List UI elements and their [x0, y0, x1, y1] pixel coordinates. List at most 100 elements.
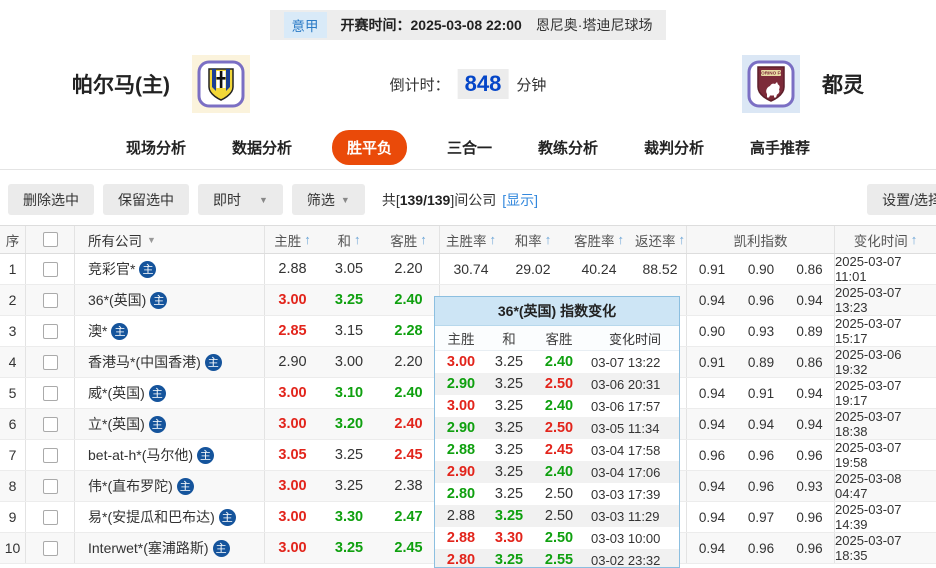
delete-selected-button[interactable]: 删除选中: [8, 184, 94, 215]
odds-comparison-page: 意甲 开赛时间：2025-03-08 22:00 恩尼奥·塔迪尼球场 帕尔马(主…: [0, 0, 936, 568]
popup-home-odds: 2.88: [435, 439, 487, 461]
company-name[interactable]: 立*(英国)主: [75, 409, 265, 439]
tab-2[interactable]: 数据分析: [226, 130, 298, 165]
kelly-value-3: 0.96: [785, 533, 835, 563]
home-odds[interactable]: 2.88: [265, 254, 320, 284]
tab-1[interactable]: 现场分析: [120, 130, 192, 165]
company-name[interactable]: bet-at-h*(马尔他)主: [75, 440, 265, 470]
filter-dropdown[interactable]: 筛选▼: [292, 184, 365, 215]
home-odds[interactable]: 3.00: [265, 378, 320, 408]
tab-7[interactable]: 高手推荐: [744, 130, 816, 165]
away-odds[interactable]: 2.28: [378, 316, 440, 346]
company-name[interactable]: 威*(英国)主: [75, 378, 265, 408]
home-odds[interactable]: 2.85: [265, 316, 320, 346]
home-odds[interactable]: 3.00: [265, 285, 320, 315]
tab-4[interactable]: 三合一: [441, 130, 498, 165]
row-checkbox[interactable]: [43, 541, 58, 556]
draw-odds[interactable]: 3.15: [320, 316, 378, 346]
row-checkbox[interactable]: [43, 386, 58, 401]
home-odds[interactable]: 3.05: [265, 440, 320, 470]
popup-away-odds: 2.55: [531, 549, 587, 568]
tab-6[interactable]: 裁判分析: [638, 130, 710, 165]
home-odds[interactable]: 3.00: [265, 471, 320, 501]
popup-home-odds: 2.90: [435, 417, 487, 439]
popup-row: 3.003.252.4003-06 17:57: [435, 395, 679, 417]
away-odds[interactable]: 2.40: [378, 378, 440, 408]
row-seq: 7: [0, 440, 26, 470]
sort-up-icon: ↑: [490, 232, 497, 247]
draw-odds[interactable]: 3.25: [320, 471, 378, 501]
tab-5[interactable]: 教练分析: [532, 130, 604, 165]
kelly-value-3: 0.86: [785, 347, 835, 377]
company-name[interactable]: 伟*(直布罗陀)主: [75, 471, 265, 501]
col-draw-rate[interactable]: 和率↑: [502, 226, 564, 253]
countdown-value: 848: [458, 69, 509, 99]
draw-odds[interactable]: 3.25: [320, 533, 378, 563]
home-odds[interactable]: 3.00: [265, 409, 320, 439]
away-team-name: 都灵: [822, 69, 864, 99]
company-name[interactable]: 易*(安提瓜和巴布达)主: [75, 502, 265, 532]
draw-odds[interactable]: 3.05: [320, 254, 378, 284]
kelly-value-1: 0.94: [687, 502, 737, 532]
row-checkbox[interactable]: [43, 479, 58, 494]
col-company[interactable]: 所有公司▼: [75, 226, 265, 253]
kelly-value-2: 0.97: [737, 502, 785, 532]
home-odds[interactable]: 3.00: [265, 502, 320, 532]
row-checkbox[interactable]: [43, 510, 58, 525]
row-checkbox[interactable]: [43, 262, 58, 277]
draw-odds[interactable]: 3.25: [320, 285, 378, 315]
kelly-value-2: 0.96: [737, 440, 785, 470]
away-odds[interactable]: 2.47: [378, 502, 440, 532]
col-away-rate[interactable]: 客胜率↑: [564, 226, 634, 253]
away-odds[interactable]: 2.40: [378, 409, 440, 439]
change-time: 2025-03-07 14:39: [835, 502, 936, 532]
away-odds[interactable]: 2.20: [378, 254, 440, 284]
col-change-time[interactable]: 变化时间↑: [835, 226, 936, 253]
company-name[interactable]: 澳*主: [75, 316, 265, 346]
away-odds[interactable]: 2.38: [378, 471, 440, 501]
show-link[interactable]: [显示]: [502, 190, 538, 210]
home-odds[interactable]: 3.00: [265, 533, 320, 563]
col-away-odds[interactable]: 客胜↑: [378, 226, 440, 253]
keep-selected-button[interactable]: 保留选中: [103, 184, 189, 215]
row-seq: 8: [0, 471, 26, 501]
popup-away-odds: 2.50: [531, 483, 587, 505]
popup-away-odds: 2.50: [531, 373, 587, 395]
row-checkbox[interactable]: [43, 324, 58, 339]
home-team: 帕尔马(主): [72, 55, 250, 113]
company-name[interactable]: 竞彩官*主: [75, 254, 265, 284]
col-draw-odds[interactable]: 和↑: [320, 226, 378, 253]
row-checkbox[interactable]: [43, 417, 58, 432]
away-odds[interactable]: 2.45: [378, 533, 440, 563]
row-checkbox-cell: [26, 347, 75, 377]
col-return-rate[interactable]: 返还率↑: [634, 226, 687, 253]
draw-odds[interactable]: 3.25: [320, 440, 378, 470]
draw-odds[interactable]: 3.00: [320, 347, 378, 377]
company-name[interactable]: Interwet*(塞浦路斯)主: [75, 533, 265, 563]
row-checkbox[interactable]: [43, 355, 58, 370]
popup-row: 2.883.252.4503-04 17:58: [435, 439, 679, 461]
draw-odds[interactable]: 3.10: [320, 378, 378, 408]
league-badge[interactable]: 意甲: [284, 12, 327, 38]
col-home-odds[interactable]: 主胜↑: [265, 226, 320, 253]
company-name[interactable]: 香港马*(中国香港)主: [75, 347, 265, 377]
company-name[interactable]: 36*(英国)主: [75, 285, 265, 315]
kelly-value-3: 0.96: [785, 502, 835, 532]
host-badge-icon: 主: [111, 323, 128, 340]
row-checkbox[interactable]: [43, 293, 58, 308]
kelly-value-3: 0.94: [785, 409, 835, 439]
home-odds[interactable]: 2.90: [265, 347, 320, 377]
away-odds[interactable]: 2.20: [378, 347, 440, 377]
col-home-rate[interactable]: 主胜率↑: [440, 226, 502, 253]
draw-odds[interactable]: 3.30: [320, 502, 378, 532]
popup-row: 3.003.252.4003-07 13:22: [435, 351, 679, 373]
select-all-checkbox[interactable]: [43, 232, 58, 247]
popup-draw-odds: 3.25: [487, 417, 531, 439]
away-odds[interactable]: 2.40: [378, 285, 440, 315]
settings-button[interactable]: 设置/选择: [867, 184, 936, 215]
instant-dropdown[interactable]: 即时▼: [198, 184, 283, 215]
row-checkbox[interactable]: [43, 448, 58, 463]
draw-odds[interactable]: 3.20: [320, 409, 378, 439]
tab-3[interactable]: 胜平负: [332, 130, 407, 165]
away-odds[interactable]: 2.45: [378, 440, 440, 470]
